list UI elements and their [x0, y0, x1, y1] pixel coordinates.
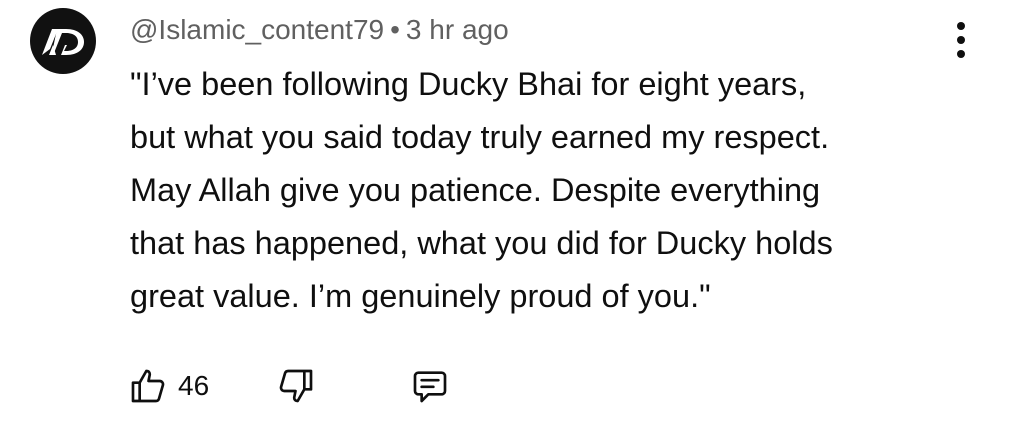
dislike-button[interactable]	[276, 362, 316, 410]
author-handle[interactable]: @Islamic_content79	[130, 14, 384, 45]
comment-line: "I’ve been following Ducky Bhai for eigh…	[130, 66, 807, 102]
comment-meta: @Islamic_content79 • 3 hr ago	[130, 12, 509, 48]
thumb-up-icon	[131, 369, 165, 403]
comment-line: great value. I’m genuinely proud of you.…	[130, 278, 711, 314]
comment-line: May Allah give you patience. Despite eve…	[130, 172, 821, 208]
comment-timestamp[interactable]: 3 hr ago	[406, 14, 509, 45]
more-vertical-icon-dot	[957, 50, 965, 58]
more-options-button[interactable]	[944, 18, 978, 62]
like-count: 46	[178, 370, 210, 401]
comment-reply-icon	[413, 371, 447, 403]
more-vertical-icon-dot	[957, 22, 965, 30]
reply-button[interactable]	[410, 362, 450, 410]
meta-separator: •	[390, 14, 400, 45]
comment-card: @Islamic_content79 • 3 hr ago "I’ve been f…	[0, 0, 1024, 433]
comment-line: that has happened, what you did for Duck…	[130, 225, 833, 261]
comment-line: but what you said today truly earned my …	[130, 119, 830, 155]
avatar-logo-icon	[42, 29, 84, 55]
comment-actions: 46	[128, 362, 488, 410]
thumb-down-icon	[279, 369, 313, 403]
more-vertical-icon-dot	[957, 36, 965, 44]
avatar[interactable]	[30, 8, 96, 74]
like-button[interactable]: 46	[128, 362, 209, 410]
comment-text: "I’ve been following Ducky Bhai for eigh…	[130, 58, 990, 323]
